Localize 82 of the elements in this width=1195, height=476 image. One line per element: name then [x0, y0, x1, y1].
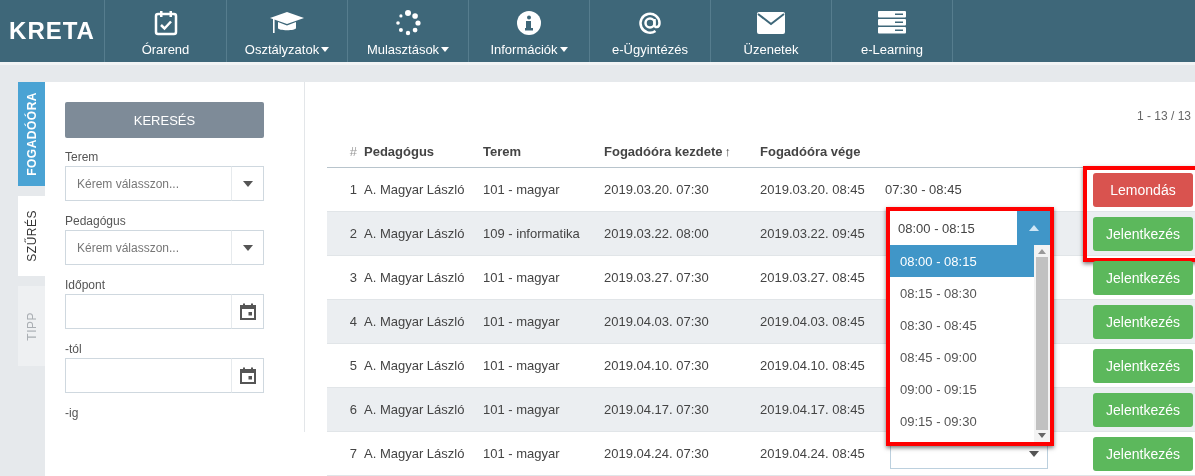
table-cell-text: A. Magyar László	[364, 402, 466, 417]
table-cell-text: A. Magyar László	[364, 314, 466, 329]
field-label: -tól	[65, 342, 83, 356]
table-cell-text: 5	[348, 358, 358, 373]
column-header[interactable]: Fogadóóra vége	[760, 144, 885, 159]
dropdown-option[interactable]: 08:30 - 08:45	[890, 309, 1034, 341]
date-field[interactable]	[65, 358, 231, 393]
table-cell-text: A. Magyar László	[364, 358, 466, 373]
caret-icon	[242, 244, 253, 251]
table-cell-text: 109 - informatika	[483, 226, 581, 241]
date-field[interactable]	[65, 294, 231, 329]
table-cell-text: 2019.03.27. 07:30	[604, 270, 710, 285]
table-cell-text: 2019.04.03. 08:45	[760, 314, 866, 329]
calendar-icon	[239, 303, 256, 320]
table-cell: 07:30 - 08:45	[885, 182, 962, 197]
table-cell-text: 2019.04.17. 08:45	[760, 402, 866, 417]
table-cell-text: 101 - magyar	[483, 270, 561, 285]
table-cell-text: 2019.04.24. 08:45	[760, 446, 866, 461]
logo[interactable]: KRETA	[9, 17, 95, 45]
nav-menu-item[interactable]: Üzenetek	[711, 0, 832, 62]
dropdown-option[interactable]: 09:15 - 09:30	[890, 405, 1034, 437]
table-cell-text: 101 - magyar	[483, 446, 561, 461]
table-cell-text: 2019.03.22. 09:45	[760, 226, 866, 241]
table-cell-text: A. Magyar László	[364, 270, 466, 285]
column-header[interactable]: Fogadóóra kezdete↑	[604, 144, 760, 159]
caret-icon	[242, 180, 253, 187]
pagination-info: 1 - 13 / 13	[1136, 109, 1191, 123]
table-cell-text: A. Magyar László	[364, 182, 466, 197]
server-stack-icon	[878, 10, 906, 35]
loading-dots-icon	[395, 9, 421, 36]
scroll-down-arrow-icon[interactable]	[1038, 433, 1046, 438]
field-label: Terem	[65, 150, 100, 164]
table-cell-text: A. Magyar László	[364, 446, 466, 461]
table-cell-text: 101 - magyar	[483, 182, 561, 197]
graduation-cap-icon	[269, 9, 305, 36]
table-cell-text: 6	[348, 402, 358, 417]
calendar-icon	[239, 367, 256, 384]
dropdown-option[interactable]: 09:00 - 09:15	[890, 373, 1034, 405]
nav-menu-item[interactable]: Órarend	[105, 0, 227, 62]
table-cell-text: 101 - magyar	[483, 402, 561, 417]
table-cell-text: 101 - magyar	[483, 358, 561, 373]
field-label: Időpont	[65, 278, 107, 292]
table-cell-text: 2019.03.20. 08:45	[760, 182, 866, 197]
table-cell-text: 2019.03.27. 08:45	[760, 270, 866, 285]
scrollbar[interactable]	[1034, 245, 1050, 442]
table-cell-text: 2019.04.03. 07:30	[604, 314, 710, 329]
nav-menu-item[interactable]: e-Learning	[832, 0, 953, 62]
caret-up-icon	[1028, 225, 1039, 231]
nav-menu-item[interactable]: e-Ügyintézés	[590, 0, 711, 62]
table-cell-text: 1	[348, 182, 358, 197]
envelope-icon	[757, 11, 785, 34]
info-icon	[516, 9, 542, 36]
table-cell-text: 2019.04.17. 07:30	[604, 402, 710, 417]
column-header[interactable]: Pedagógus	[364, 144, 483, 159]
select-field[interactable]: Kérem válasszon...	[65, 166, 231, 201]
scroll-up-arrow-icon[interactable]	[1038, 249, 1046, 254]
search-button[interactable]: KERESÉS	[65, 102, 264, 138]
select-field[interactable]: Kérem válasszon...	[65, 230, 231, 265]
dropdown-option[interactable]: 08:15 - 08:30	[890, 277, 1034, 309]
table-cell-text: 2019.04.10. 08:45	[760, 358, 866, 373]
table-cell-text: 101 - magyar	[483, 314, 561, 329]
dropdown-option[interactable]: 08:45 - 09:00	[890, 341, 1034, 373]
table-cell-text: 2019.03.22. 08:00	[604, 226, 710, 241]
column-header[interactable]: Terem	[483, 144, 604, 159]
dropdown-option[interactable]: 08:00 - 08:15	[890, 245, 1034, 277]
cancel-button[interactable]: Lemondás	[1093, 172, 1193, 207]
nav-menu-item[interactable]: Információk	[469, 0, 590, 62]
table-cell-text: A. Magyar László	[364, 226, 466, 241]
vertical-tab[interactable]: SZŰRÉS	[18, 196, 45, 276]
nav-menu-item[interactable]: Mulasztások	[348, 0, 469, 62]
calendar-check-icon	[153, 9, 178, 36]
caret-icon	[1029, 450, 1039, 457]
table-cell-text: 3	[348, 270, 358, 285]
table-cell-text: 7	[348, 446, 358, 461]
table-cell-text: 2019.04.24. 07:30	[604, 446, 710, 461]
nav-menu-item[interactable]: Osztályzatok	[227, 0, 348, 62]
table-cell-text: 2019.04.10. 07:30	[604, 358, 710, 373]
table-cell-text: 2	[348, 226, 358, 241]
field-label: Pedagógus	[65, 214, 127, 228]
table-cell-text: 4	[348, 314, 358, 329]
field-label: -ig	[65, 406, 80, 420]
table-cell-text: 2019.03.20. 07:30	[604, 182, 710, 197]
